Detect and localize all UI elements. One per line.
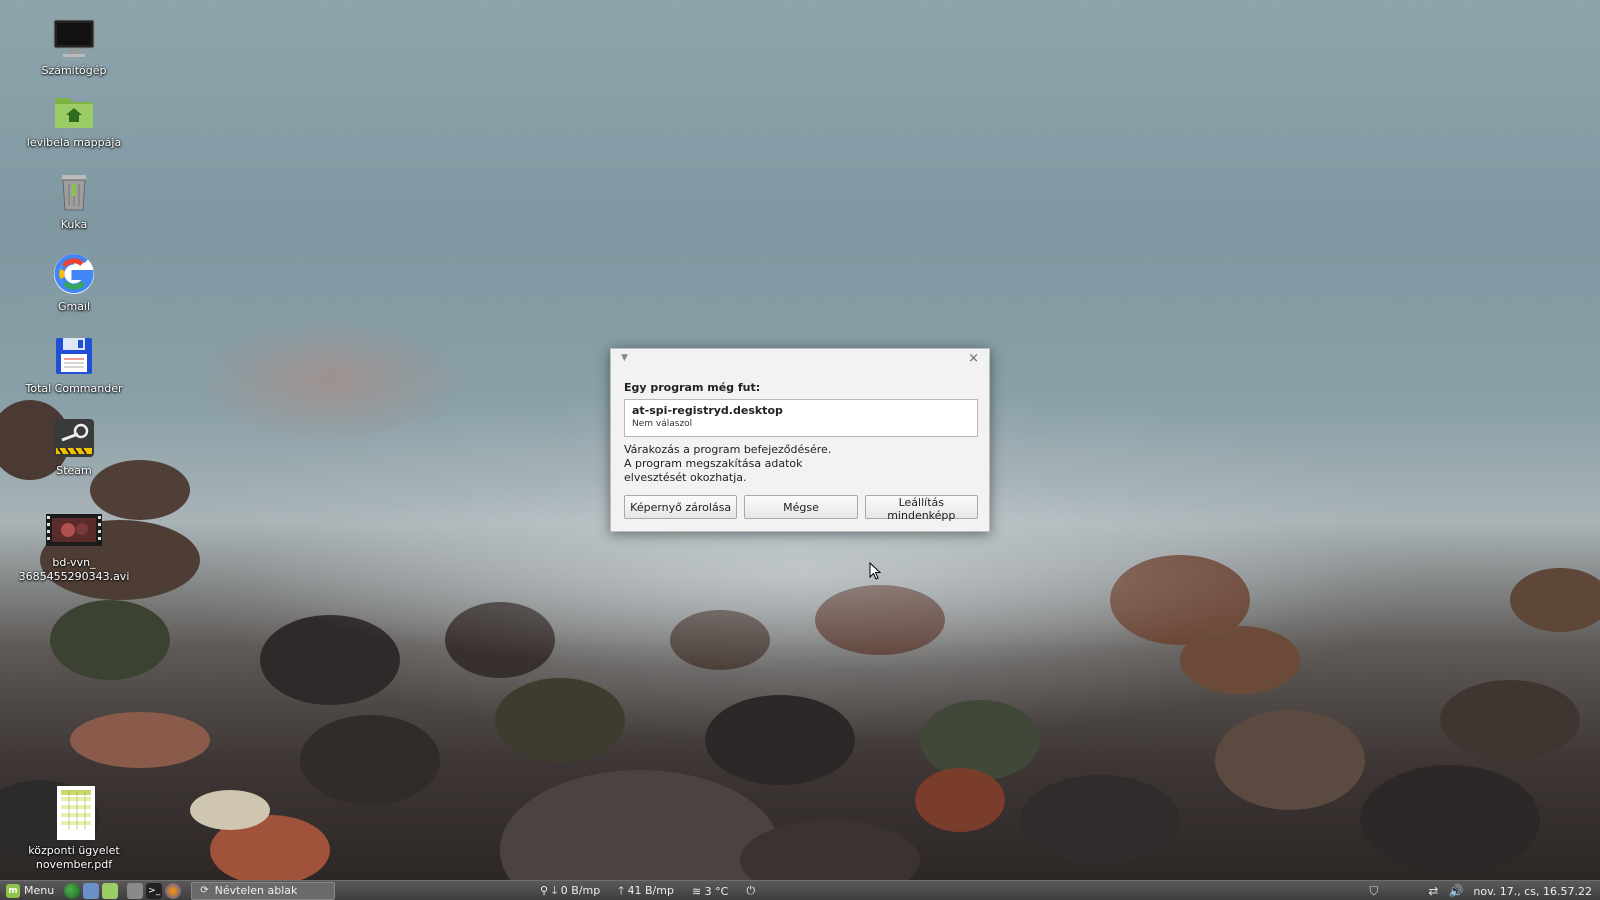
system-tray: ⛉ ⇄ 🔊 nov. 17., cs, 16.57.22 (1369, 881, 1592, 900)
shield-icon[interactable]: ⛉ (1369, 884, 1378, 899)
logout-inhibit-dialog: ▼ × Egy program még fut: at-spi-registry… (610, 348, 990, 532)
taskbar-window-button[interactable]: ⟳ Névtelen ablak (191, 881, 336, 900)
desktop-icon-computer[interactable]: Számítógép (14, 16, 134, 78)
window-title: Névtelen ablak (214, 884, 298, 897)
menu-label: Menu (24, 884, 55, 897)
desktop-icon-label-line2: november.pdf (35, 858, 113, 871)
terminal-icon[interactable]: >_ (146, 882, 163, 899)
force-shutdown-button[interactable]: Leállítás mindenképp (864, 495, 978, 522)
desktop-icon-label: központi ügyelet (28, 844, 120, 857)
desktop-icon-total-commander[interactable]: Total Commander (14, 334, 134, 396)
process-name: at-spi-registryd.desktop (632, 404, 783, 417)
file-manager-icon[interactable] (83, 882, 100, 899)
steam-icon (52, 416, 96, 460)
video-icon (46, 508, 102, 552)
mouse-cursor-icon (869, 562, 881, 580)
folder-icon[interactable] (102, 882, 119, 899)
desktop-icon-label: levibela mappája (26, 136, 122, 149)
weather-fog-icon: ≋ (691, 884, 702, 898)
globe-icon[interactable] (64, 882, 81, 899)
desktop-icon-steam[interactable]: Steam (14, 416, 134, 478)
close-icon[interactable]: × (968, 351, 979, 366)
network-up: 41 B/mp (627, 883, 674, 897)
desktop-icon-label: bd-vvn_ (52, 556, 96, 569)
process-list[interactable]: at-spi-registryd.desktop Nem válaszol (624, 399, 978, 437)
trash-icon (52, 170, 96, 214)
linux-mint-icon: m (6, 883, 20, 898)
floppy-icon (52, 334, 96, 378)
window-app-icon: ⟳ (200, 885, 209, 896)
desktop-icon-label-line2: 3685455290343.avi (18, 570, 130, 583)
desktop-icon-label: Total Commander (25, 382, 123, 395)
firefox-icon[interactable] (165, 882, 182, 899)
desktop-icon-label: Gmail (57, 300, 91, 313)
desktop-icon-label: Steam (56, 464, 92, 477)
desktop-icon-video-file[interactable]: bd-vvn_ 3685455290343.avi (14, 508, 134, 584)
taskbar: m Menu >_ ⟳ Névtelen ablak ⚲ 🡓 0 B/mp 🡑 … (0, 880, 1600, 900)
network-down: 0 B/mp (560, 883, 601, 897)
process-status: Nem válaszol (632, 419, 693, 429)
dialog-heading: Egy program még fut: (624, 381, 761, 394)
dialog-message: Várakozás a program befejeződésére. A pr… (624, 443, 832, 484)
pdf-icon (52, 786, 96, 840)
quick-launch: >_ (60, 882, 185, 899)
upload-arrow-icon: 🡑 (618, 883, 624, 897)
volume-icon[interactable]: 🔊 (1448, 884, 1463, 898)
start-menu-button[interactable]: m Menu (0, 881, 60, 900)
desktop-icon-label: Kuka (60, 218, 88, 231)
download-arrow-icon: 🡓 (551, 883, 558, 897)
clock[interactable]: nov. 17., cs, 16.57.22 (1473, 885, 1592, 898)
window-menu-icon[interactable]: ▼ (621, 353, 628, 363)
search-icon: ⚲ (540, 883, 549, 897)
network-wired-icon[interactable]: ⇄ (1428, 884, 1438, 898)
desktop-icon-trash[interactable]: Kuka (14, 170, 134, 232)
desktop-icon-label: Számítógép (41, 64, 107, 77)
weather-applet[interactable]: ≋ 3 °C (692, 885, 728, 898)
lock-screen-button[interactable]: Képernyő zárolása (624, 495, 738, 519)
google-icon (52, 252, 96, 296)
system-applets: ⚲ 🡓 0 B/mp 🡑 41 B/mp ≋ 3 °C ⏻ (540, 881, 755, 900)
temperature: 3 °C (704, 884, 729, 898)
desktop-icon-gmail[interactable]: Gmail (14, 252, 134, 314)
home-folder-icon (52, 88, 96, 132)
network-applet[interactable]: ⚲ 🡓 0 B/mp (540, 882, 600, 900)
desktop-icon-pdf-file[interactable]: központi ügyelet november.pdf (14, 786, 134, 872)
show-desktop-icon[interactable] (127, 882, 144, 899)
network-upload-applet[interactable]: 🡑 41 B/mp (618, 882, 674, 900)
desktop-icon-home-folder[interactable]: levibela mappája (14, 88, 134, 150)
power-icon[interactable]: ⏻ (746, 884, 755, 898)
cancel-button[interactable]: Mégse (744, 495, 858, 519)
dialog-buttons: Képernyő zárolása Mégse Leállítás minden… (624, 495, 978, 522)
monitor-icon (52, 16, 96, 60)
dialog-titlebar[interactable]: ▼ × (611, 349, 989, 369)
